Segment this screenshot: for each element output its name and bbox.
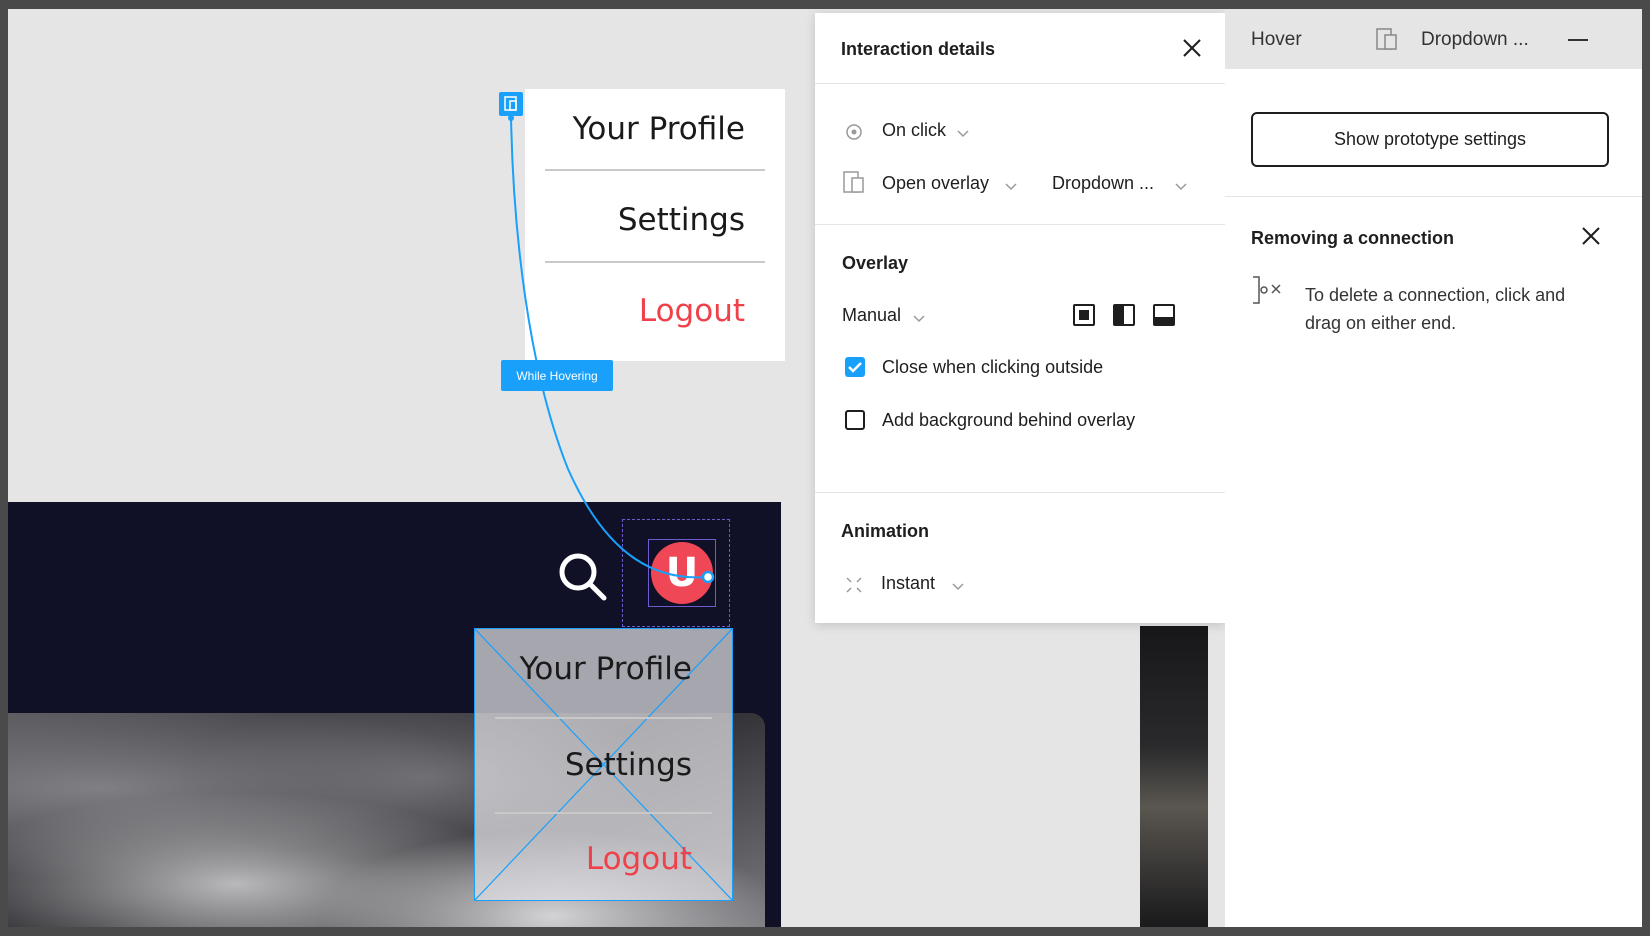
remove-interaction-icon[interactable]	[1568, 38, 1588, 42]
chevron-down-icon[interactable]	[1005, 183, 1017, 191]
interaction-trigger-label: Hover	[1251, 29, 1302, 50]
section-divider	[1225, 196, 1642, 197]
align-bottom-icon[interactable]	[1153, 304, 1175, 326]
overlay-divider	[495, 717, 712, 719]
align-center-icon[interactable]	[1073, 304, 1095, 326]
overlay-position-select[interactable]: Manual	[842, 305, 901, 326]
section-divider	[815, 224, 1225, 225]
overlay-item-your-profile: Your Profile	[519, 651, 692, 687]
menu-item-settings[interactable]: Settings	[618, 202, 745, 238]
close-outside-label: Close when clicking outside	[882, 357, 1104, 377]
chevron-down-icon[interactable]	[952, 583, 964, 591]
close-outside-checkbox[interactable]	[845, 357, 865, 377]
trigger-select[interactable]: On click	[882, 120, 946, 141]
chevron-down-icon[interactable]	[1175, 183, 1187, 191]
menu-item-logout[interactable]: Logout	[639, 293, 745, 329]
show-prototype-settings-button[interactable]: Show prototype settings	[1251, 112, 1609, 167]
overlay-action-icon	[843, 171, 864, 193]
chevron-down-icon[interactable]	[913, 315, 925, 323]
trigger-icon	[846, 124, 862, 140]
section-divider	[815, 492, 1225, 493]
animation-select[interactable]: Instant	[881, 573, 935, 594]
menu-divider	[545, 261, 765, 263]
panel-title: Interaction details	[841, 39, 996, 59]
background-image-strip	[1140, 626, 1208, 927]
selected-interaction-row[interactable]: Hover Dropdown ...	[1225, 9, 1642, 69]
overlay-placeholder[interactable]: Your Profile Settings Logout	[474, 628, 733, 901]
overlay-divider	[495, 812, 712, 814]
avatar[interactable]: U	[651, 542, 713, 604]
action-select[interactable]: Open overlay	[882, 173, 989, 194]
instant-icon	[846, 577, 862, 593]
tip-title: Removing a connection	[1251, 228, 1455, 248]
chevron-down-icon[interactable]	[957, 130, 969, 138]
overlay-item-logout: Logout	[585, 841, 692, 877]
interaction-destination-label: Dropdown ...	[1421, 29, 1529, 50]
figma-prototype-workspace: Your Profile Settings Logout U Your Prof…	[8, 9, 1642, 927]
close-icon[interactable]	[1181, 37, 1203, 59]
dropdown-frame[interactable]: Your Profile Settings Logout	[525, 89, 785, 361]
overlay-section-title: Overlay	[842, 253, 909, 273]
background-checkbox[interactable]	[845, 410, 865, 430]
disconnect-icon	[1253, 276, 1281, 304]
right-sidebar: Hover Dropdown ... Show prototype settin…	[1225, 9, 1642, 927]
overlay-action-icon	[1376, 28, 1397, 50]
background-label: Add background behind overlay	[882, 410, 1136, 430]
overlay-item-settings: Settings	[564, 747, 692, 783]
close-icon[interactable]	[1580, 225, 1602, 247]
search-icon[interactable]	[555, 549, 609, 603]
connection-label-tag[interactable]: While Hovering	[501, 360, 613, 391]
menu-divider	[545, 169, 765, 171]
interaction-details-panel: Interaction details On click Open overla…	[815, 13, 1225, 623]
overlay-frame-icon[interactable]	[499, 92, 523, 116]
destination-select[interactable]: Dropdown ...	[1052, 173, 1154, 194]
menu-item-your-profile[interactable]: Your Profile	[573, 111, 745, 147]
align-left-icon[interactable]	[1113, 304, 1135, 326]
panel-header: Interaction details	[815, 13, 1225, 84]
tip-text: To delete a connection, click and drag o…	[1305, 285, 1566, 333]
animation-section-title: Animation	[841, 521, 929, 541]
